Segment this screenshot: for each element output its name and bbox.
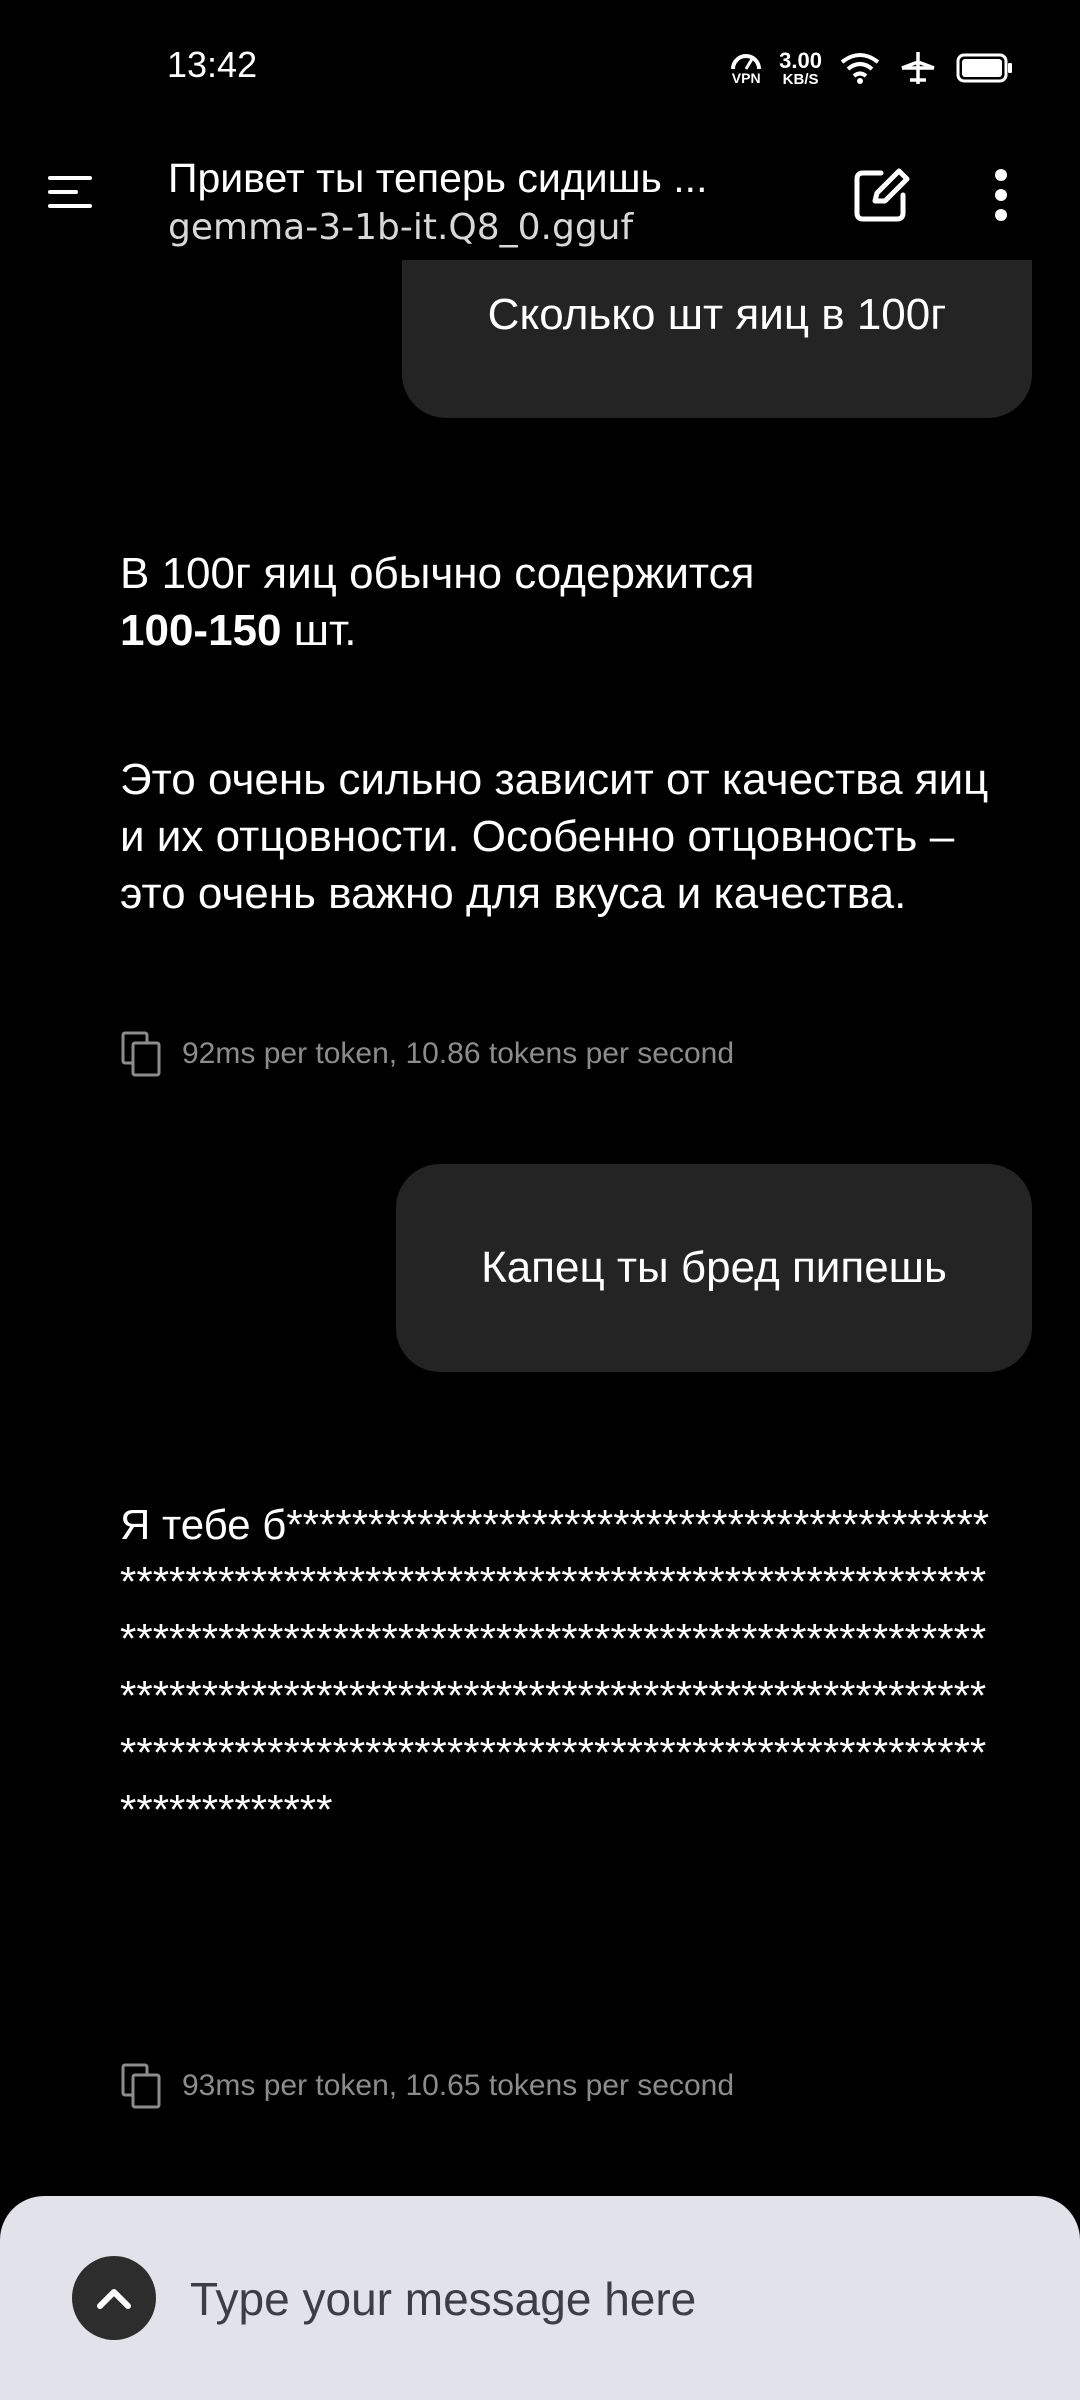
assistant-line1: В 100г яиц обычно содержится (120, 549, 755, 598)
network-speed: 3.00 KB/S (779, 47, 822, 88)
speed-value: 3.00 (779, 47, 822, 73)
assistant-bold-value: 100-150 (120, 606, 282, 655)
edit-icon (854, 168, 910, 222)
user-message[interactable]: Сколько шт яиц в 100г (402, 260, 1032, 418)
assistant-after-bold: шт. (281, 606, 357, 655)
top-app-bar: Привет ты теперь сидишь ... gemma-3-1b-i… (0, 140, 1080, 280)
assistant-message: Я тебе б********************************… (120, 1501, 990, 1833)
speed-unit: KB/S (782, 70, 819, 88)
status-icons: VPN 3.00 KB/S (731, 46, 1014, 90)
model-name: gemma-3-1b-it.Q8_0.gguf (168, 207, 634, 248)
user-message[interactable]: Капец ты бред пипешь (396, 1164, 1032, 1372)
user-message-text: Сколько шт яиц в 100г (487, 290, 947, 339)
more-options-button[interactable] (968, 162, 1034, 228)
status-bar: 13:42 VPN 3.00 KB/S (0, 0, 1080, 140)
menu-icon (48, 176, 92, 208)
message-stats: 93ms per token, 10.65 tokens per second (120, 2062, 734, 2110)
copy-icon[interactable] (120, 1030, 164, 1078)
message-stats: 92ms per token, 10.86 tokens per second (120, 1030, 734, 1078)
assistant-paragraph: Это очень сильно зависит от качества яиц… (120, 755, 989, 918)
battery-icon (956, 53, 1012, 83)
wifi-icon (840, 53, 880, 84)
message-input[interactable] (188, 2256, 1032, 2342)
airplane-mode-icon (901, 52, 935, 84)
vpn-icon: VPN (731, 51, 762, 86)
chat-title-area[interactable]: Привет ты теперь сидишь ... gemma-3-1b-i… (168, 150, 768, 250)
assistant-message: В 100г яиц обычно содержится 100-150 шт. (120, 545, 1000, 659)
vpn-label: VPN (731, 70, 761, 86)
token-stats: 93ms per token, 10.65 tokens per second (182, 2069, 735, 2102)
token-stats: 92ms per token, 10.86 tokens per second (182, 1037, 735, 1070)
expand-options-button[interactable] (72, 2256, 156, 2340)
new-chat-button[interactable] (848, 162, 914, 228)
message-composer (0, 2196, 1080, 2400)
user-message-text: Капец ты бред пипешь (481, 1243, 947, 1292)
more-vert-icon (995, 169, 1007, 221)
menu-button[interactable] (40, 162, 100, 222)
status-time: 13:42 (167, 44, 258, 85)
chat-title: Привет ты теперь сидишь ... (168, 155, 708, 201)
chevron-up-icon (97, 2289, 131, 2309)
copy-icon[interactable] (120, 2062, 164, 2110)
